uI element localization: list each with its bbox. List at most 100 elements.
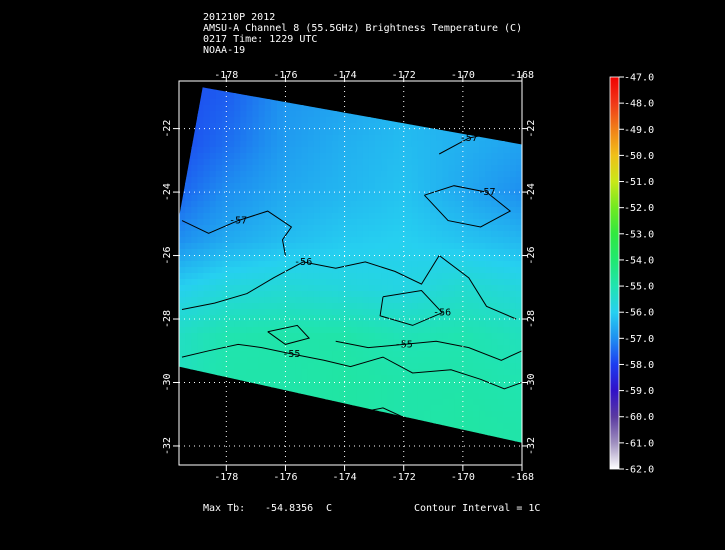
field-cell <box>466 423 474 430</box>
field-cell <box>479 177 486 184</box>
field-cell <box>454 147 462 154</box>
field-cell <box>491 447 498 454</box>
field-cell <box>307 309 315 316</box>
field-cell <box>228 387 235 394</box>
field-cell <box>460 279 468 286</box>
field-cell <box>338 159 345 166</box>
field-cell <box>344 243 352 250</box>
field-cell <box>209 429 217 436</box>
field-cell <box>368 429 376 436</box>
field-cell <box>228 201 235 208</box>
field-cell <box>179 417 186 424</box>
field-cell <box>252 123 260 130</box>
field-cell <box>497 231 505 238</box>
field-cell <box>313 345 321 352</box>
field-cell <box>381 237 388 244</box>
field-cell <box>215 279 223 286</box>
field-cell <box>381 105 388 112</box>
field-cell <box>191 111 198 118</box>
field-cell <box>350 309 358 316</box>
field-cell <box>289 159 296 166</box>
field-cell <box>307 315 315 322</box>
field-cell <box>344 189 352 196</box>
field-cell <box>307 111 315 118</box>
field-cell <box>191 333 198 340</box>
field-cell <box>264 201 272 208</box>
field-cell <box>466 189 474 196</box>
field-cell <box>485 429 492 436</box>
field-cell <box>240 129 247 136</box>
field-cell <box>277 111 284 118</box>
field-cell <box>454 261 462 268</box>
field-cell <box>234 423 241 430</box>
field-cell <box>197 99 205 106</box>
field-cell <box>350 237 358 244</box>
field-cell <box>197 255 205 262</box>
field-cell <box>356 267 364 274</box>
field-cell <box>258 429 266 436</box>
field-cell <box>411 141 419 148</box>
field-cell <box>313 309 321 316</box>
field-cell <box>264 231 272 238</box>
field-cell <box>497 393 505 400</box>
field-cell <box>448 249 456 256</box>
field-cell <box>191 279 198 286</box>
field-cell <box>283 411 290 418</box>
field-cell <box>466 207 474 214</box>
field-cell <box>209 291 217 298</box>
field-cell <box>473 393 480 400</box>
field-cell <box>368 213 376 220</box>
field-cell <box>264 423 272 430</box>
field-cell <box>185 387 192 394</box>
field-cell <box>497 285 505 292</box>
field-cell <box>430 105 437 112</box>
field-cell <box>228 369 235 376</box>
field-cell <box>234 117 241 124</box>
field-cell <box>479 429 486 436</box>
field-cell <box>289 165 296 172</box>
field-cell <box>283 117 290 124</box>
field-cell <box>338 141 345 148</box>
field-cell <box>307 165 315 172</box>
field-cell <box>197 135 205 142</box>
field-cell <box>283 333 290 340</box>
field-cell <box>460 399 468 406</box>
field-cell <box>203 363 211 370</box>
field-cell <box>319 351 327 358</box>
field-cell <box>338 267 345 274</box>
field-cell <box>375 189 382 196</box>
field-cell <box>368 303 376 310</box>
field-cell <box>179 435 186 442</box>
field-cell <box>491 273 499 280</box>
field-cell <box>368 267 376 274</box>
field-cell <box>209 417 217 424</box>
field-cell <box>197 141 205 148</box>
field-cell <box>381 417 388 424</box>
field-cell <box>454 423 462 430</box>
field-cell <box>332 171 339 178</box>
colorbar-scale <box>609 76 620 470</box>
field-cell <box>497 87 505 94</box>
field-cell <box>332 393 339 400</box>
field-cell <box>491 99 499 106</box>
field-cell <box>319 345 327 352</box>
field-cell <box>356 99 364 106</box>
field-cell <box>209 351 217 358</box>
field-cell <box>381 87 388 94</box>
field-cell <box>326 351 333 358</box>
field-cell <box>417 303 425 310</box>
field-cell <box>332 159 339 166</box>
field-cell <box>228 423 235 430</box>
field-cell <box>185 405 192 412</box>
field-cell <box>491 411 499 418</box>
field-cell <box>417 135 425 142</box>
field-cell <box>228 159 235 166</box>
field-cell <box>307 93 315 100</box>
field-cell <box>301 141 309 148</box>
field-cell <box>264 165 272 172</box>
field-cell <box>387 273 394 280</box>
field-cell <box>350 207 358 214</box>
field-cell <box>479 363 486 370</box>
field-cell <box>344 393 352 400</box>
field-cell <box>307 285 315 292</box>
